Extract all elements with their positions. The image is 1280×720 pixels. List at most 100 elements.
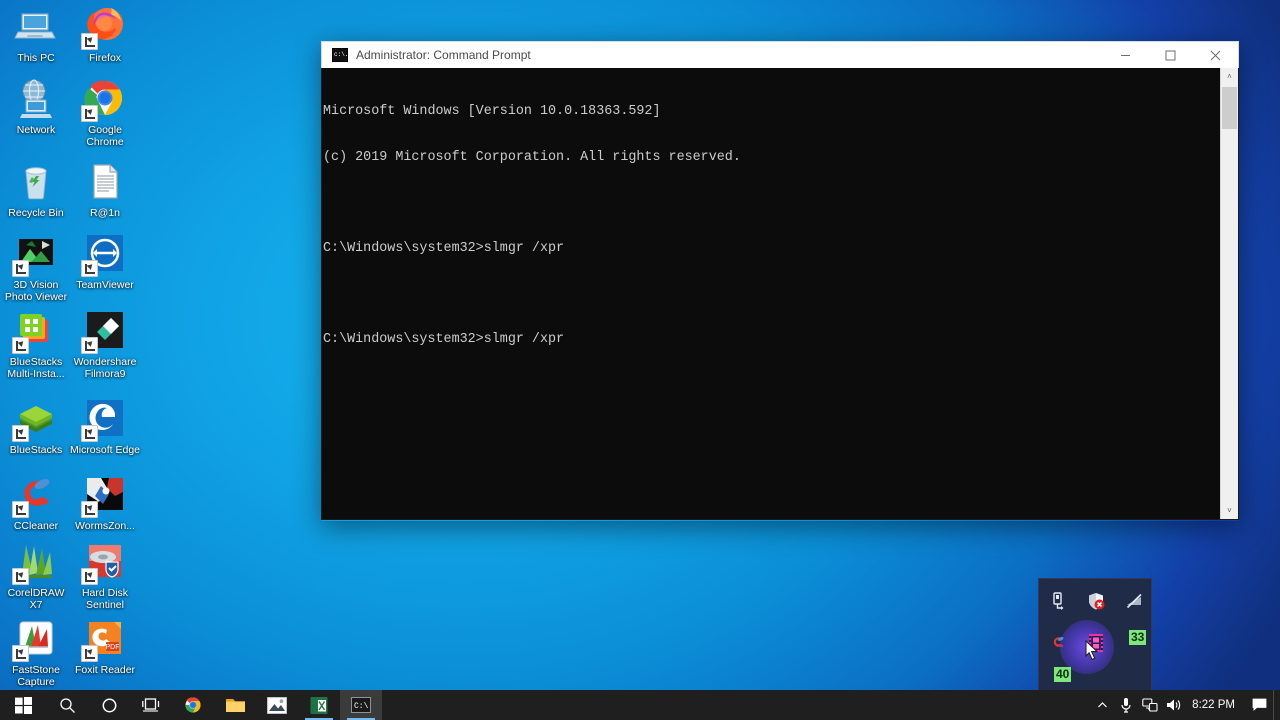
svg-text:PDF: PDF (106, 644, 120, 651)
scroll-down-arrow-icon[interactable]: ˅ (1221, 502, 1238, 519)
shortcut-overlay-icon (12, 568, 29, 585)
console-line: (c) 2019 Microsoft Corporation. All righ… (323, 150, 741, 165)
maximize-button[interactable] (1148, 42, 1193, 68)
network-icon[interactable] (1138, 690, 1162, 720)
desktop-icon-label: CCleaner (13, 520, 59, 532)
desktop-icon-label: Recycle Bin (8, 207, 64, 219)
3d-vision-photo-viewer-icon (12, 229, 60, 277)
desktop-icon-label: BlueStacks (9, 444, 63, 456)
desktop-icon-firefox[interactable]: Firefox (69, 2, 141, 65)
teamviewer-icon (81, 229, 129, 277)
computer-icon (12, 2, 60, 50)
taskbar[interactable]: C:\ 8:22 PM (0, 690, 1280, 720)
window-titlebar[interactable]: Administrator: Command Prompt (321, 41, 1239, 68)
microsoft-edge-icon (81, 394, 129, 442)
windows-start-icon[interactable] (0, 690, 46, 720)
window-title: Administrator: Command Prompt (356, 48, 531, 62)
taskbar-item-excel[interactable] (298, 690, 340, 720)
taskbar-clock[interactable]: 8:22 PM (1186, 699, 1245, 711)
flyout-row-1 (1039, 582, 1153, 620)
shortcut-overlay-icon (81, 425, 98, 442)
file-explorer-icon (225, 699, 245, 712)
chrome-icon (185, 697, 201, 713)
desktop[interactable]: This PC Firefox Network Google Chrome Re… (0, 0, 1280, 720)
wormszone-icon (81, 470, 129, 518)
desktop-icon-r1n[interactable]: R@1n (69, 157, 141, 220)
desktop-icon-label: BlueStacks Multi-Insta... (7, 356, 65, 380)
desktop-icon-wondershare-filmora9[interactable]: Wondershare Filmora9 (69, 306, 141, 380)
desktop-icon-bluestacks-multi-instance[interactable]: BlueStacks Multi-Insta... (0, 306, 72, 380)
desktop-icon-hard-disk-sentinel[interactable]: Hard Disk Sentinel (69, 537, 141, 611)
desktop-icon-label: Google Chrome (86, 124, 124, 148)
volume-icon[interactable] (1162, 690, 1186, 720)
desktop-icon-foxit-reader[interactable]: PDF Foxit Reader (69, 614, 141, 677)
desktop-icon-ccleaner[interactable]: CCleaner (0, 470, 72, 533)
desktop-icon-3d-vision-photo-viewer[interactable]: 3D Vision Photo Viewer (0, 229, 72, 303)
desktop-icon-teamviewer[interactable]: TeamViewer (69, 229, 141, 292)
desktop-icon-label: Network (16, 124, 56, 136)
security-shield-alert-icon[interactable] (1077, 582, 1115, 620)
network-disconnected-icon[interactable] (1115, 582, 1153, 620)
console-line: Microsoft Windows [Version 10.0.18363.59… (323, 104, 661, 120)
console-output[interactable]: Microsoft Windows [Version 10.0.18363.59… (322, 68, 1220, 519)
system-tray[interactable]: 8:22 PM (1090, 690, 1280, 720)
desktop-icon-label: This PC (17, 52, 55, 64)
network-icon (12, 74, 60, 122)
taskbar-item-cortana[interactable] (88, 690, 130, 720)
desktop-icon-label: Microsoft Edge (69, 444, 141, 456)
desktop-icon-label: FastStone Capture (12, 664, 60, 688)
taskbar-item-photos[interactable] (256, 690, 298, 720)
minimize-button[interactable] (1103, 42, 1148, 68)
desktop-icon-wormszone[interactable]: WormsZon... (69, 470, 141, 533)
taskbar-item-command-prompt[interactable]: C:\ (340, 690, 382, 720)
recycle-bin-icon (12, 157, 60, 205)
taskbar-item-file-explorer[interactable] (214, 690, 256, 720)
shortcut-overlay-icon (12, 260, 29, 277)
microphone-icon[interactable] (1114, 690, 1138, 720)
console-body[interactable]: Microsoft Windows [Version 10.0.18363.59… (321, 68, 1239, 520)
desktop-icon-microsoft-edge[interactable]: Microsoft Edge (69, 394, 141, 457)
desktop-icon-google-chrome[interactable]: Google Chrome (69, 74, 141, 148)
console-scrollbar[interactable]: ˄ ˅ (1220, 68, 1238, 519)
chevron-up-icon[interactable] (1090, 690, 1114, 720)
console-line: C:\Windows\system32>slmgr /xpr (323, 241, 565, 257)
safely-remove-hardware-icon[interactable] (1039, 582, 1077, 620)
shortcut-overlay-icon (12, 337, 29, 354)
action-center-icon[interactable] (1245, 690, 1273, 720)
desktop-icon-network[interactable]: Network (0, 74, 72, 137)
search-icon (59, 697, 75, 713)
desktop-icon-label: Foxit Reader (74, 664, 136, 676)
excel-icon (310, 696, 328, 714)
shortcut-overlay-icon (81, 568, 98, 585)
wondershare-filmora9-icon (81, 306, 129, 354)
shortcut-overlay-icon (81, 645, 98, 662)
badge-count-40: 40 (1054, 667, 1072, 682)
close-button[interactable] (1193, 42, 1238, 68)
hidden-icons-flyout[interactable]: 33 40 (1038, 578, 1152, 693)
taskbar-item-search[interactable] (46, 690, 88, 720)
shortcut-overlay-icon (12, 645, 29, 662)
ccleaner-tray-icon[interactable] (1039, 624, 1077, 662)
scroll-up-arrow-icon[interactable]: ˄ (1221, 68, 1238, 85)
scrollbar-thumb[interactable] (1222, 87, 1237, 129)
taskbar-item-google-chrome[interactable] (172, 690, 214, 720)
desktop-icon-recycle-bin[interactable]: Recycle Bin (0, 157, 72, 220)
firefox-icon (81, 2, 129, 50)
shortcut-overlay-icon (81, 337, 98, 354)
desktop-icon-faststone-capture[interactable]: FastStone Capture (0, 614, 72, 688)
shortcut-overlay-icon (12, 501, 29, 518)
shortcut-overlay-icon (81, 501, 98, 518)
desktop-icon-label: Wondershare Filmora9 (73, 356, 137, 380)
desktop-icon-coreldraw-x7[interactable]: CorelDRAW X7 (0, 537, 72, 611)
command-prompt-window[interactable]: Administrator: Command Prompt Microsoft … (321, 41, 1239, 521)
text-document-icon (81, 157, 129, 205)
desktop-icon-this-pc[interactable]: This PC (0, 2, 72, 65)
desktop-icon-label: 3D Vision Photo Viewer (4, 279, 68, 303)
taskbar-item-task-view[interactable] (130, 690, 172, 720)
filmora-tray-icon[interactable] (1077, 624, 1115, 662)
show-desktop-button[interactable] (1273, 690, 1280, 720)
desktop-icon-bluestacks[interactable]: BlueStacks (0, 394, 72, 457)
desktop-icon-label: WormsZon... (75, 520, 135, 532)
